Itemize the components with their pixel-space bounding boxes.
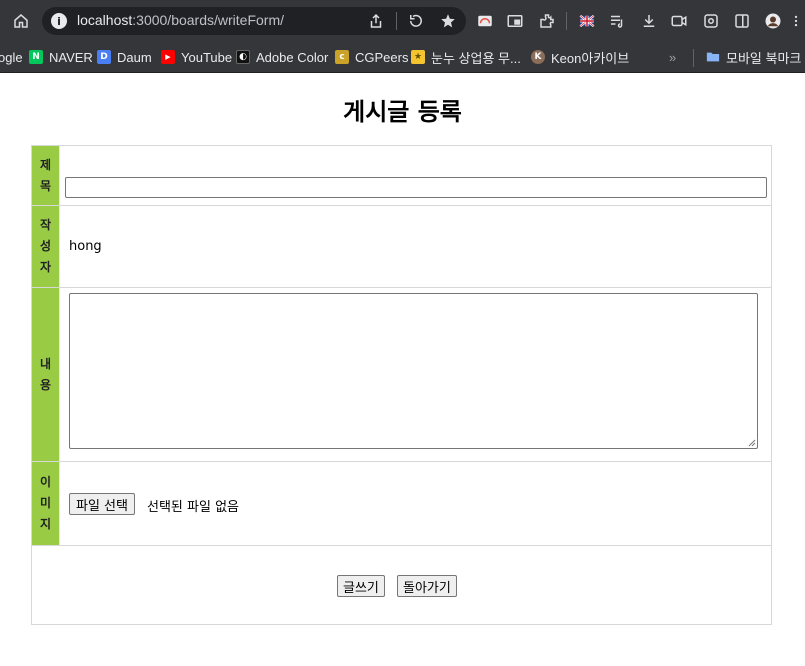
content-textarea-cell — [59, 288, 771, 461]
title-input[interactable] — [65, 177, 767, 198]
youtube-icon: ▶ — [161, 50, 175, 64]
address-bar[interactable]: i localhost:3000/boards/writeForm/ — [42, 7, 466, 35]
title-label: 제목 — [39, 157, 52, 193]
extension-rainbow-icon[interactable] — [474, 10, 496, 32]
bookmarks-bar: ogle N NAVER D Daum ▶ YouTube ◐ Adobe Co… — [0, 42, 805, 73]
home-icon[interactable] — [10, 10, 32, 32]
actions-row: 글쓰기 돌아가기 — [32, 546, 771, 624]
writer-row: 작성자 hong — [32, 206, 771, 288]
browser-toolbar: i localhost:3000/boards/writeForm/ — [0, 0, 805, 42]
title-row: 제목 — [32, 146, 771, 206]
content-label: 내용 — [39, 356, 52, 392]
writer-value: hong — [69, 239, 102, 254]
page-title: 게시글 등록 — [343, 98, 462, 126]
divider — [566, 12, 567, 30]
side-panel-icon[interactable] — [731, 10, 753, 32]
back-button[interactable]: 돌아가기 — [397, 575, 457, 597]
title-label-cell: 제목 — [32, 146, 59, 205]
download-icon[interactable] — [638, 10, 660, 32]
bookmark-youtube[interactable]: ▶ YouTube — [161, 48, 232, 66]
bookmark-adobe-color[interactable]: ◐ Adobe Color — [236, 48, 328, 66]
bookmarks-overflow-chevron-icon[interactable]: » — [669, 48, 676, 66]
bookmark-cgpeers[interactable]: c CGPeers — [335, 48, 408, 66]
file-status-text: 선택된 파일 없음 — [147, 500, 239, 515]
image-file-cell: 파일 선택 선택된 파일 없음 — [59, 462, 771, 545]
noonnu-icon: ★ — [411, 50, 425, 64]
title-input-cell — [59, 146, 771, 205]
reading-list-icon[interactable] — [606, 10, 628, 32]
share-icon[interactable] — [365, 10, 387, 32]
cgpeers-icon: c — [335, 50, 349, 64]
bookmark-naver[interactable]: N NAVER — [29, 48, 93, 66]
content-row: 내용 — [32, 288, 771, 462]
bookmark-daum[interactable]: D Daum — [97, 48, 152, 66]
content-textarea[interactable] — [69, 293, 758, 449]
picture-in-picture-icon[interactable] — [504, 10, 526, 32]
translate-icon[interactable] — [405, 10, 427, 32]
adobe-color-icon: ◐ — [236, 50, 250, 64]
keon-archive-icon: K — [531, 50, 545, 64]
uk-flag-icon[interactable] — [576, 10, 598, 32]
daum-icon: D — [97, 50, 111, 64]
resize-grip-icon[interactable] — [748, 439, 756, 447]
naver-icon: N — [29, 50, 43, 64]
bookmark-keon-archive[interactable]: K Keon아카이브 — [531, 48, 629, 66]
image-label: 이미지 — [39, 475, 52, 531]
url-text: localhost:3000/boards/writeForm/ — [77, 12, 284, 28]
write-form-table: 제목 작성자 hong 내용 이미지 파일 선택 선택된 파일 없음 글쓰기 돌… — [31, 145, 772, 625]
profile-avatar-icon[interactable] — [762, 10, 784, 32]
divider — [693, 49, 694, 67]
file-select-button[interactable]: 파일 선택 — [69, 493, 135, 515]
extensions-puzzle-icon[interactable] — [536, 10, 558, 32]
content-label-cell: 내용 — [32, 288, 59, 461]
submit-button[interactable]: 글쓰기 — [337, 575, 385, 597]
bookmark-google[interactable]: ogle — [0, 48, 23, 66]
writer-value-cell: hong — [59, 206, 771, 287]
screenshot-icon[interactable] — [700, 10, 722, 32]
bookmark-mobile-folder[interactable]: 모바일 북마크 — [706, 48, 801, 66]
bookmark-noonnu[interactable]: ★ 눈누 상업용 무... — [411, 48, 521, 66]
divider — [396, 12, 397, 30]
menu-dots-icon[interactable] — [789, 10, 803, 32]
writer-label: 작성자 — [39, 218, 52, 274]
image-row: 이미지 파일 선택 선택된 파일 없음 — [32, 462, 771, 546]
site-info-icon[interactable]: i — [51, 13, 67, 29]
folder-icon — [706, 50, 720, 64]
screen-record-icon[interactable] — [668, 10, 690, 32]
bookmark-star-icon[interactable] — [437, 10, 459, 32]
image-label-cell: 이미지 — [32, 462, 59, 545]
writer-label-cell: 작성자 — [32, 206, 59, 287]
